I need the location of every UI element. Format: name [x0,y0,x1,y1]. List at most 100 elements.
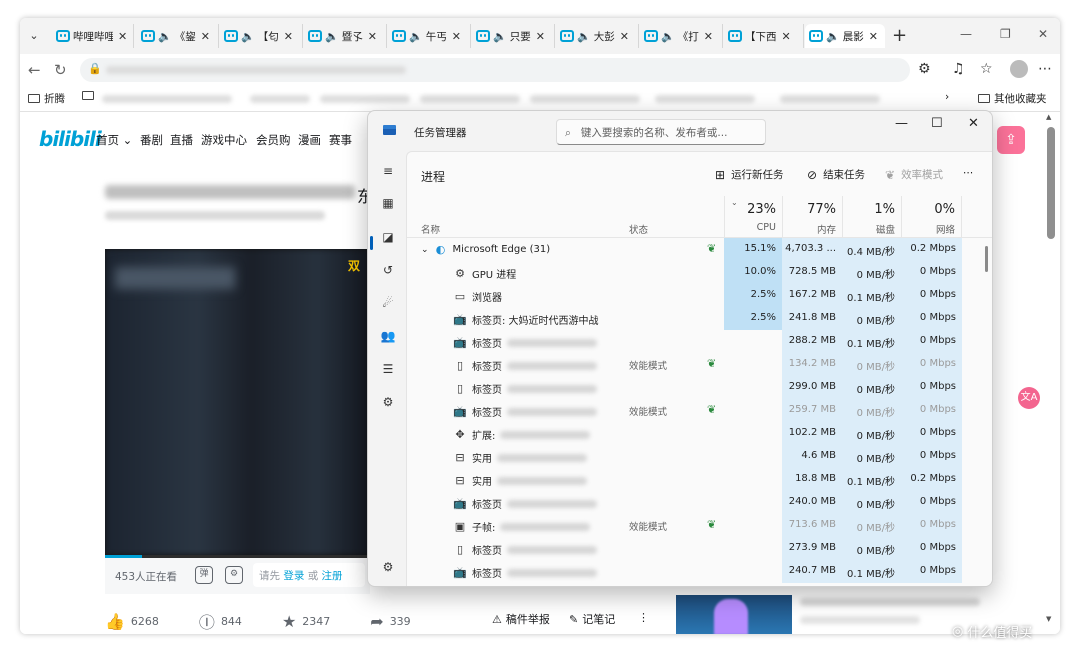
login-link[interactable]: 登录 [283,570,304,582]
hamburger-icon[interactable]: ≡ [380,163,396,179]
performance-icon[interactable]: ◪ [380,229,396,245]
bilibili-logo[interactable]: bilibili [39,127,102,151]
browser-tab[interactable]: 🔈 《鋆 ✕ [137,24,219,48]
favorites-overflow-chevron-icon[interactable]: › [945,91,949,103]
process-row[interactable]: ⊟实用0%18.8 MB0.1 MB/秒0.2 Mbps [407,468,987,491]
run-new-task-button[interactable]: ⊞ 运行新任务 [715,167,784,182]
process-row[interactable]: ⚙ GPU 进程 10.0% 728.5 MB 0 MB/秒 0 Mbps [407,261,987,284]
browser-tab[interactable]: 🔈 《打 ✕ [640,24,723,48]
profile-avatar[interactable] [1010,60,1028,78]
notes-button[interactable]: ✎ 记笔记 [569,611,615,627]
tab-close-icon[interactable]: ✕ [869,30,878,43]
process-list-scrollbar[interactable] [985,246,988,272]
col-memory[interactable]: 77% 内存 [782,196,842,238]
other-favorites[interactable]: 其他收藏夹 [978,91,1047,106]
new-tab-button[interactable]: + [892,25,907,46]
close-window-icon[interactable]: ✕ [1038,27,1048,41]
speaker-icon[interactable]: 🔈 [241,30,255,43]
speaker-icon[interactable]: 🔈 [409,30,423,43]
browser-tab[interactable]: 🔈 大彭 ✕ [556,24,639,48]
process-row[interactable]: ▯标签页效能模式❦0%134.2 MB0 MB/秒0 Mbps [407,353,987,376]
tab-close-icon[interactable]: ✕ [118,30,127,43]
process-row[interactable]: 📺标签页效能模式❦0%259.7 MB0 MB/秒0 Mbps [407,399,987,422]
tab-close-icon[interactable]: ✕ [704,30,713,43]
col-disk[interactable]: 1% 磁盘 [842,196,901,238]
nav-esports[interactable]: 赛事 [329,132,352,148]
app-history-icon[interactable]: ↺ [380,262,396,278]
tab-close-icon[interactable]: ✕ [782,30,791,43]
danmaku-settings-icon[interactable]: ⚙ [225,566,243,584]
tm-search-input[interactable]: ⌕ 键入要搜索的名称、发布者或... [556,119,766,145]
restore-icon[interactable]: ❐ [1000,27,1011,41]
coin-button[interactable]: Ⓘ 844 [199,609,242,633]
tm-minimize-icon[interactable]: — [895,116,908,131]
process-row[interactable]: ⊟实用0%4.6 MB0 MB/秒0 Mbps [407,445,987,468]
like-button[interactable]: 👍 6268 [105,612,159,631]
page-scrollbar[interactable] [1047,127,1055,239]
process-row[interactable]: ⌄ ◐ Microsoft Edge (31) ❦ 15.1% 4,703.3 ... 0.… [407,238,987,261]
scroll-down-icon[interactable]: ▼ [1046,615,1051,623]
refresh-icon[interactable]: ↻ [54,61,67,79]
speaker-icon[interactable]: 🔈 [158,30,172,43]
tab-close-icon[interactable]: ✕ [536,30,545,43]
browser-tab[interactable]: 【下西 ✕ [724,24,804,48]
tm-close-icon[interactable]: ✕ [968,116,979,131]
tab-close-icon[interactable]: ✕ [201,30,210,43]
speaker-icon[interactable]: 🔈 [826,30,840,43]
browser-tab[interactable]: 🔈 暨孓 ✕ [304,24,387,48]
report-button[interactable]: ⚠ 稿件举报 [492,611,550,627]
browser-tab[interactable]: 🔈 只要 ✕ [472,24,555,48]
expand-chevron-icon[interactable]: ⌄ [421,245,429,255]
process-row[interactable]: ▣子帧:效能模式❦0%713.6 MB0 MB/秒0 Mbps [407,514,987,537]
speaker-icon[interactable]: 🔈 [661,30,675,43]
read-aloud-icon[interactable]: ♫ [952,61,965,77]
process-row[interactable]: 📺标签页0%240.0 MB0 MB/秒0 Mbps [407,491,987,514]
share-button[interactable]: ➦ 339 [370,612,410,631]
register-link[interactable]: 注册 [322,570,343,582]
translate-icon[interactable]: 文A [1018,387,1040,409]
browser-tab[interactable]: 🔈 【匂 ✕ [220,24,303,48]
process-row[interactable]: 📺 标签页: 大妈近时代西游中战 2.5% 241.8 MB 0 MB/秒 0 Mbps [407,307,987,330]
nav-bangumi[interactable]: 番剧 [140,132,163,148]
favorites-icon[interactable]: ☆ [980,61,993,77]
col-network[interactable]: 0% 网络 [901,196,962,238]
tm-more-icon[interactable]: ⋯ [963,167,974,179]
nav-home[interactable]: 首页 ⌄ [96,132,132,148]
speaker-icon[interactable]: 🔈 [577,30,591,43]
nav-mall[interactable]: 会员购 [256,132,291,148]
services-icon[interactable]: ⚙ [380,394,396,410]
address-input[interactable]: 🔒 [80,58,910,82]
process-row[interactable]: ▯标签页0%273.9 MB0 MB/秒0 Mbps [407,537,987,560]
minimize-icon[interactable]: — [960,27,972,41]
extensions-icon[interactable]: ⚙ [918,61,931,77]
tab-close-icon[interactable]: ✕ [452,30,461,43]
more-actions-icon[interactable]: ⋮ [638,611,649,624]
col-name[interactable]: 名称 [421,222,440,236]
tab-list-dropdown-icon[interactable]: ⌄ [24,26,44,46]
video-player[interactable]: 双 [105,249,370,555]
favorites-folder-zheteng[interactable]: 折腾 [28,91,65,106]
process-row[interactable]: 📺标签页0%288.2 MB0.1 MB/秒0 Mbps [407,330,987,353]
nav-game-center[interactable]: 游戏中心 [201,132,247,148]
upload-button[interactable]: ⇪ [997,126,1025,154]
process-row[interactable]: ✥扩展:0%102.2 MB0 MB/秒0 Mbps [407,422,987,445]
recommend-thumbnail[interactable] [676,595,792,634]
process-row[interactable]: ▯标签页0%299.0 MB0 MB/秒0 Mbps [407,376,987,399]
nav-manga[interactable]: 漫画 [298,132,321,148]
favorites-folder[interactable] [82,91,94,100]
processes-icon[interactable]: ▦ [380,195,396,211]
tab-close-icon[interactable]: ✕ [284,30,293,43]
tab-close-icon[interactable]: ✕ [368,30,377,43]
col-cpu[interactable]: ⌄ 23% CPU [724,196,782,238]
back-icon[interactable]: ← [28,61,41,79]
favorite-button[interactable]: ★ 2347 [282,612,330,631]
nav-live[interactable]: 直播 [170,132,193,148]
process-row[interactable]: 📺标签页0%240.7 MB0.1 MB/秒0 Mbps [407,560,987,583]
users-icon[interactable]: 👥 [380,328,396,344]
col-status[interactable]: 状态 [629,222,648,236]
startup-apps-icon[interactable]: ☄ [380,295,396,311]
end-task-button[interactable]: ⊘ 结束任务 [807,167,865,182]
process-row[interactable]: ▭ 浏览器 2.5% 167.2 MB 0.1 MB/秒 0 Mbps [407,284,987,307]
efficiency-mode-button[interactable]: ❦ 效率模式 [885,167,943,182]
danmaku-input[interactable]: 请先 登录 或 注册 [253,563,365,587]
